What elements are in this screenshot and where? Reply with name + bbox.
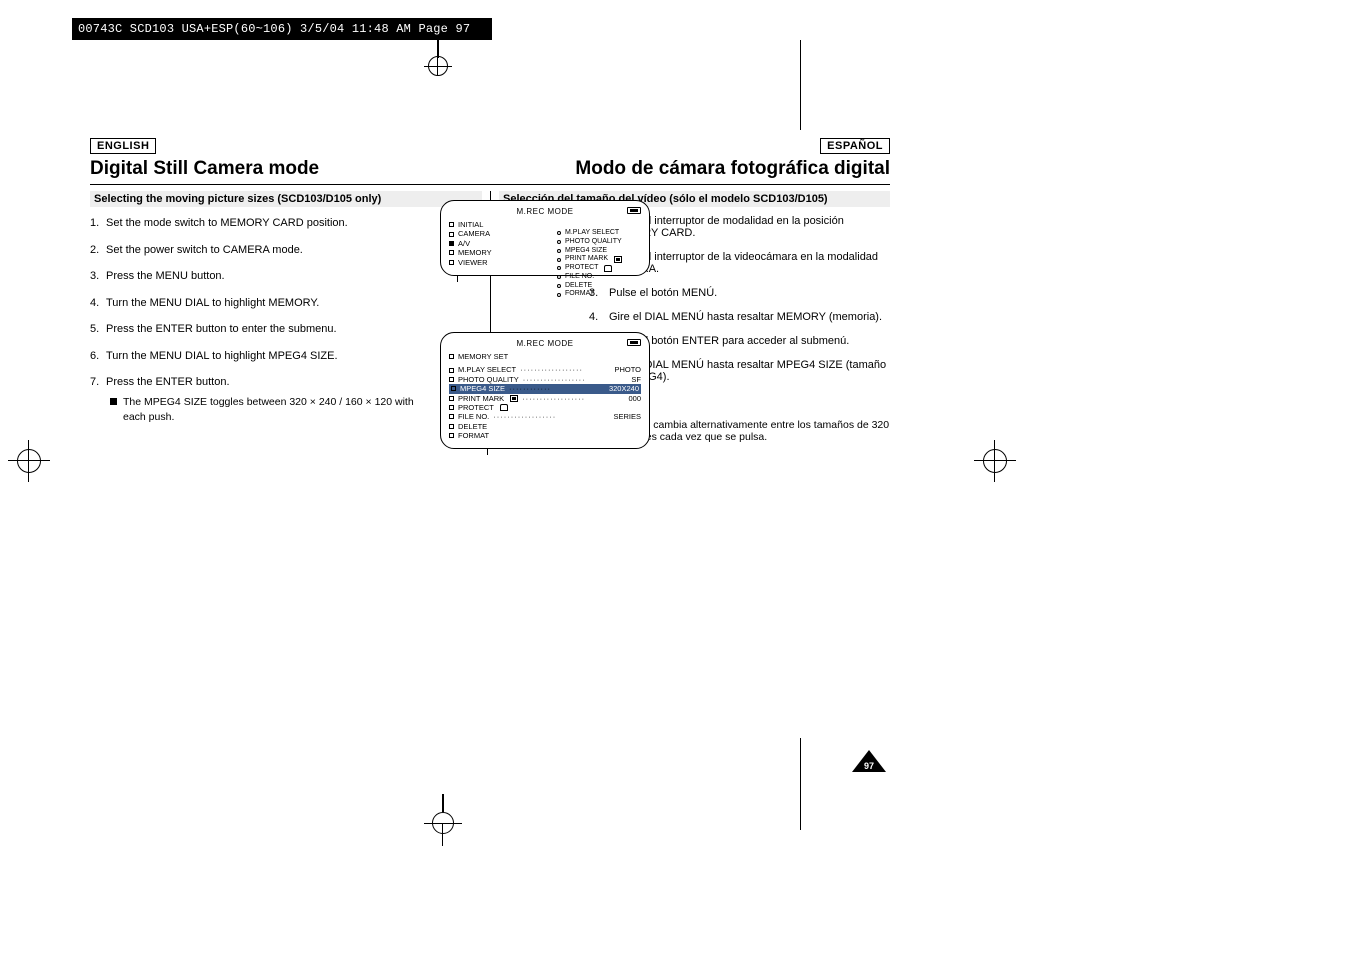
section-title-left: Digital Still Camera mode: [90, 158, 319, 180]
osd-subitem: MPEG4 SIZE: [565, 247, 607, 256]
lock-icon: [500, 404, 508, 411]
osd-subitem: PROTECT: [565, 264, 598, 273]
osd-item: MEMORY: [458, 248, 502, 257]
osd-item: CAMERA: [458, 229, 502, 238]
step-text: Gire el DIAL MENÚ hasta resaltar MPEG4 S…: [609, 359, 890, 383]
osd-subitem: PRINT MARK: [565, 255, 608, 264]
osd-title: M.REC MODE: [517, 207, 574, 216]
camera-osd-menu-2: M.REC MODE MEMORY SET M.PLAY SELECT ····…: [440, 332, 650, 449]
trim-line-bottom-right: [800, 738, 801, 830]
osd-subitem: DELETE: [565, 282, 592, 291]
osd-item: DELETE: [458, 422, 487, 431]
print-job-header: 00743C SCD103 USA+ESP(60~106) 3/5/04 11:…: [72, 18, 492, 40]
osd-title: M.REC MODE: [517, 339, 574, 348]
osd-subitem: PHOTO QUALITY: [565, 238, 622, 247]
osd-subitem: M.PLAY SELECT: [565, 229, 619, 238]
step-text: Press the ENTER button.: [106, 376, 230, 388]
step-text: Press the MENU button.: [106, 270, 225, 282]
osd-item: MEMORY SET: [458, 352, 508, 361]
osd-item: INITIAL: [458, 220, 502, 229]
osd-item: MPEG4 SIZE: [460, 384, 505, 393]
step-text: Gire el DIAL MENÚ hasta resaltar MEMORY …: [609, 311, 882, 323]
step-text: Set the power switch to CAMERA mode.: [106, 244, 303, 256]
steps-left: 1.Set the mode switch to MEMORY CARD pos…: [90, 215, 420, 426]
battery-icon: [627, 339, 641, 346]
osd-item: PRINT MARK: [458, 394, 504, 403]
osd-value: SF: [631, 375, 641, 384]
step-text: Ajuste el interruptor de la videocámara …: [609, 251, 890, 275]
lock-icon: [604, 265, 612, 272]
osd-value: 000: [628, 394, 641, 403]
battery-icon: [627, 207, 641, 214]
camera-osd-menu-1: M.REC MODE INITIAL CAMERA A/V MEMORY VIE…: [440, 200, 650, 276]
substep-text: The MPEG4 SIZE toggles between 320 × 240…: [123, 395, 420, 427]
print-icon: [614, 256, 622, 263]
osd-item: M.PLAY SELECT: [458, 365, 516, 374]
osd-item: FILE NO.: [458, 412, 489, 421]
language-tag-right: ESPAÑOL: [820, 138, 890, 154]
page-number-badge: 97: [852, 746, 886, 772]
trim-line-bottom: [442, 794, 444, 812]
osd-item: FORMAT: [458, 431, 489, 440]
osd-item: VIEWER: [458, 258, 502, 267]
osd-subitem: FORMAT: [565, 290, 594, 299]
osd-value: SERIES: [613, 412, 641, 421]
language-tag-left: ENGLISH: [90, 138, 156, 154]
osd-value: 320X240: [609, 384, 639, 393]
title-rule: [90, 184, 890, 185]
osd-item: PHOTO QUALITY: [458, 375, 519, 384]
trim-line-top-right: [800, 40, 801, 130]
registration-mark-left: [14, 446, 44, 476]
step-text: Ajuste el interruptor de modalidad en la…: [609, 215, 890, 239]
crop-mark-bottom: [428, 812, 458, 842]
subheading-left: Selecting the moving picture sizes (SCD1…: [90, 191, 482, 207]
step-text: Pulse el botón MENÚ.: [609, 287, 717, 299]
step-text: Turn the MENU DIAL to highlight MPEG4 SI…: [106, 350, 338, 362]
step-text: Set the mode switch to MEMORY CARD posit…: [106, 217, 348, 229]
print-icon: [510, 395, 518, 402]
section-title-right: Modo de cámara fotográfica digital: [575, 158, 890, 180]
osd-subitem: FILE NO.: [565, 273, 594, 282]
osd-item: PROTECT: [458, 403, 494, 412]
step-text: Turn the MENU DIAL to highlight MEMORY.: [106, 297, 319, 309]
bullet-square-icon: [110, 398, 117, 405]
registration-mark-right: [980, 446, 1010, 476]
osd-value: PHOTO: [614, 365, 641, 374]
step-text: Press the ENTER button to enter the subm…: [106, 323, 337, 335]
crop-mark-top: [428, 48, 448, 68]
osd-item: A/V: [458, 239, 502, 248]
